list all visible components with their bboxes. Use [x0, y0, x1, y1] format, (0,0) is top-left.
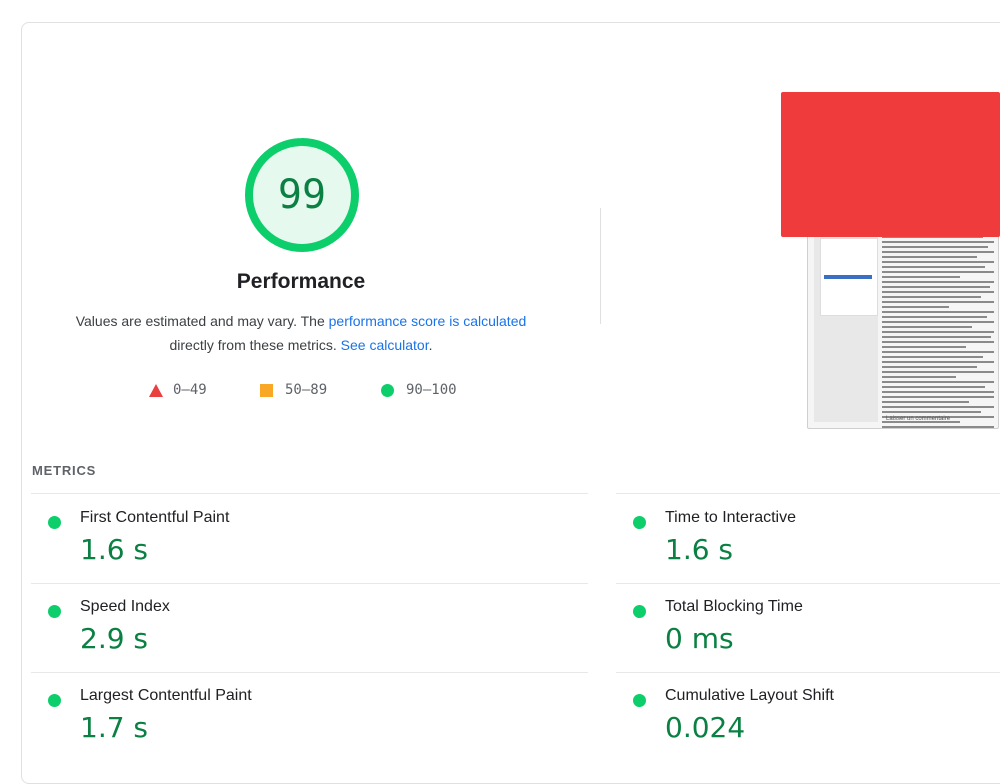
- score-calculated-link[interactable]: performance score is calculated: [329, 313, 527, 329]
- metric-time-to-interactive: Time to Interactive 1.6 s: [633, 509, 993, 589]
- thumbnail-text-line: [882, 366, 978, 368]
- legend-average: 50–89: [260, 382, 327, 398]
- thumbnail-text-line: [882, 306, 950, 308]
- metric-first-contentful-paint: First Contentful Paint 1.6 s: [48, 509, 568, 589]
- legend-fail: 0–49: [149, 382, 207, 398]
- thumbnail-text-line: [882, 381, 994, 383]
- metric-label: Time to Interactive: [665, 509, 797, 526]
- thumbnail-text-line: [882, 341, 994, 343]
- metric-value: 1.7 s: [80, 711, 149, 744]
- thumbnail-text-line: [882, 386, 986, 388]
- metric-value: 1.6 s: [665, 533, 734, 566]
- redaction-block: [781, 92, 1000, 237]
- thumbnail-text-line: [882, 336, 991, 338]
- legend-pass: 90–100: [381, 382, 457, 398]
- vertical-divider: [600, 208, 601, 324]
- thumbnail-text-line: [882, 291, 994, 293]
- metric-label: First Contentful Paint: [80, 509, 230, 526]
- thumbnail-text-line: [882, 241, 994, 243]
- circle-pass-icon: [381, 383, 394, 397]
- thumbnail-text-line: [882, 281, 994, 283]
- description-text-2: directly from these metrics.: [169, 337, 341, 353]
- metric-total-blocking-time: Total Blocking Time 0 ms: [633, 598, 993, 678]
- metric-label: Total Blocking Time: [665, 598, 803, 615]
- legend-label-average: 50–89: [285, 382, 328, 398]
- metric-cumulative-layout-shift: Cumulative Layout Shift 0.024: [633, 687, 993, 749]
- thumbnail-text-line: [882, 321, 994, 323]
- thumbnail-text-line: [882, 411, 981, 413]
- thumbnail-text-line: [882, 246, 989, 248]
- thumbnail-text-line: [882, 396, 994, 398]
- pass-circle-icon: [633, 605, 646, 618]
- thumbnail-text-line: [882, 371, 994, 373]
- thumbnail-text-line: [882, 296, 981, 298]
- thumbnail-text-line: [882, 351, 994, 353]
- metric-label: Cumulative Layout Shift: [665, 687, 834, 704]
- metrics-heading: METRICS: [32, 463, 97, 478]
- metric-largest-contentful-paint: Largest Contentful Paint 1.7 s: [48, 687, 568, 749]
- pass-circle-icon: [48, 605, 61, 618]
- final-screenshot-thumbnail[interactable]: Laisser un commentaire: [807, 227, 999, 429]
- pass-circle-icon: [633, 694, 646, 707]
- pass-circle-icon: [48, 694, 61, 707]
- thumbnail-text-line: [882, 316, 988, 318]
- thumbnail-text-line: [882, 346, 966, 348]
- pass-circle-icon: [633, 516, 646, 529]
- thumbnail-text-line: [882, 256, 978, 258]
- performance-score: 99: [277, 172, 327, 218]
- score-description: Values are estimated and may vary. The p…: [40, 309, 562, 357]
- legend-label-fail: 0–49: [173, 382, 207, 398]
- legend-label-pass: 90–100: [406, 382, 457, 398]
- thumbnail-text-line: [882, 286, 990, 288]
- thumbnail-footer-text: Laisser un commentaire: [886, 416, 951, 422]
- thumbnail-text-line: [882, 356, 983, 358]
- pass-circle-icon: [48, 516, 61, 529]
- thumbnail-text-line: [882, 401, 970, 403]
- triangle-fail-icon: [149, 383, 163, 397]
- thumbnail-text-line: [882, 271, 994, 273]
- thumbnail-text-lines: [882, 236, 994, 428]
- metric-value: 0.024: [665, 711, 746, 744]
- metrics-divider: [616, 493, 1000, 494]
- metric-value: 2.9 s: [80, 622, 149, 655]
- thumbnail-text-line: [882, 261, 994, 263]
- description-text-1: Values are estimated and may vary. The: [75, 313, 329, 329]
- metric-value: 1.6 s: [80, 533, 149, 566]
- thumbnail-text-line: [882, 426, 994, 428]
- metric-value: 0 ms: [665, 622, 734, 655]
- metric-speed-index: Speed Index 2.9 s: [48, 598, 568, 678]
- thumbnail-text-line: [882, 251, 994, 253]
- performance-gauge: 99: [242, 135, 362, 255]
- thumbnail-text-line: [882, 301, 994, 303]
- square-average-icon: [260, 383, 273, 397]
- thumbnail-text-line: [882, 326, 972, 328]
- metric-label: Largest Contentful Paint: [80, 687, 252, 704]
- thumbnail-text-line: [882, 311, 994, 313]
- thumbnail-text-line: [882, 276, 961, 278]
- description-text-3: .: [428, 337, 433, 353]
- metric-label: Speed Index: [80, 598, 170, 615]
- thumbnail-text-line: [882, 391, 994, 393]
- thumbnail-text-line: [882, 331, 994, 333]
- thumbnail-sidebar-card: [820, 238, 878, 316]
- performance-title: Performance: [236, 270, 366, 293]
- thumbnail-text-line: [882, 406, 994, 408]
- thumbnail-text-line: [882, 376, 956, 378]
- metrics-divider: [31, 493, 588, 494]
- see-calculator-link[interactable]: See calculator: [341, 337, 429, 353]
- thumbnail-text-line: [882, 361, 994, 363]
- thumbnail-text-line: [882, 266, 986, 268]
